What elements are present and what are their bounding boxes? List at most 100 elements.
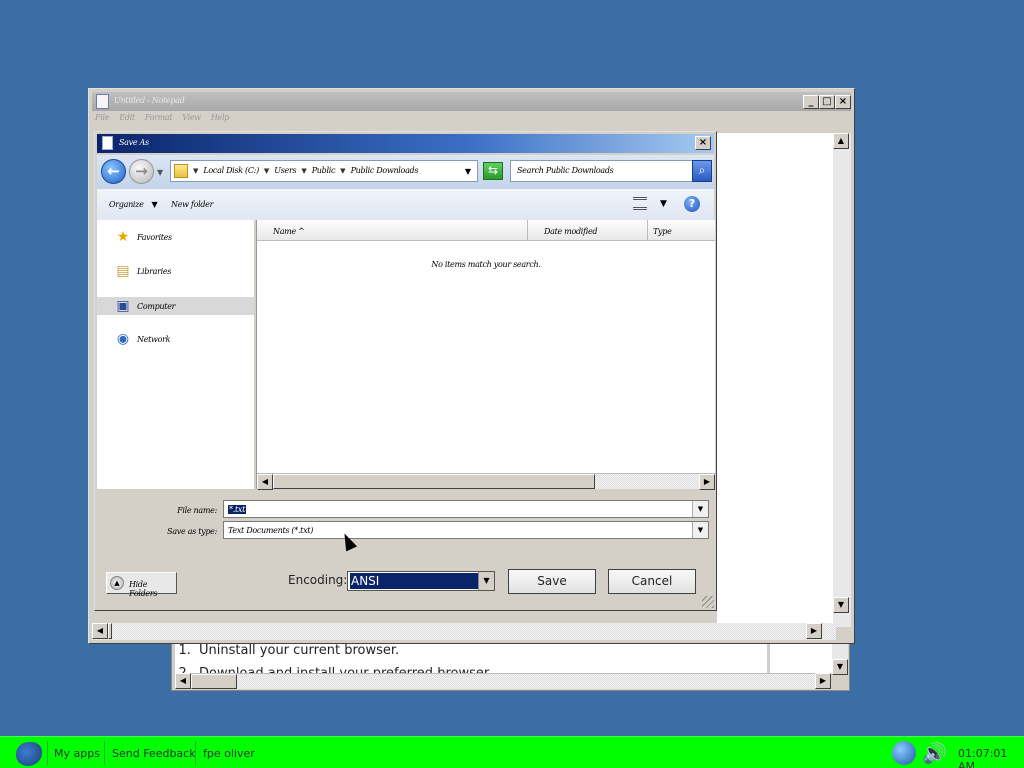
chevron-up-icon: ▲ bbox=[110, 576, 124, 590]
maximize-button[interactable]: □ bbox=[819, 95, 835, 109]
search-icon[interactable]: ⌕ bbox=[692, 160, 712, 182]
breadcrumb-item[interactable]: Public bbox=[312, 166, 336, 175]
search-input[interactable]: Search Public Downloads bbox=[510, 160, 694, 182]
file-list[interactable]: Name ^ Date modified Type No items match… bbox=[256, 220, 715, 490]
file-list-horizontal-scrollbar[interactable]: ◀ ▶ bbox=[257, 473, 715, 490]
recent-pages-chevron-icon[interactable]: ▼ bbox=[157, 168, 163, 177]
scroll-left-icon[interactable]: ◀ bbox=[175, 673, 191, 689]
dialog-close-button[interactable]: × bbox=[695, 136, 711, 150]
taskbar-my-apps[interactable]: My apps bbox=[54, 747, 100, 760]
help-icon[interactable]: ? bbox=[684, 196, 700, 212]
chevron-down-icon[interactable]: ▼ bbox=[692, 501, 708, 517]
notepad-vertical-scrollbar[interactable]: ▲ ▼ bbox=[833, 133, 851, 627]
nav-label: Computer bbox=[137, 302, 176, 311]
views-icon[interactable] bbox=[633, 197, 647, 210]
encoding-label: Encoding: bbox=[288, 573, 348, 587]
clock[interactable]: 01:07:01 AM bbox=[958, 747, 1024, 768]
new-folder-button[interactable]: New folder bbox=[171, 200, 213, 209]
cancel-button[interactable]: Cancel bbox=[608, 569, 696, 594]
save-type-label: Save as type: bbox=[167, 527, 217, 536]
chevron-down-icon[interactable]: ▼ bbox=[301, 167, 306, 175]
chevron-down-icon[interactable]: ▼ bbox=[193, 167, 198, 175]
save-as-dialog: Save As × ← → ▼ ▼ Local Disk (C:) ▼ User… bbox=[94, 131, 717, 611]
scroll-right-icon[interactable]: ▶ bbox=[815, 673, 831, 689]
dialog-title: Save As bbox=[119, 138, 149, 147]
dialog-title-bar[interactable]: Save As × bbox=[97, 134, 714, 153]
menu-edit[interactable]: Edit bbox=[119, 113, 135, 129]
notepad-horizontal-scrollbar[interactable]: ◀ ▶ bbox=[92, 623, 836, 640]
search-placeholder: Search Public Downloads bbox=[517, 166, 614, 175]
start-logo-icon bbox=[16, 742, 42, 766]
scroll-left-icon[interactable]: ◀ bbox=[92, 623, 108, 639]
menu-help[interactable]: Help bbox=[211, 113, 230, 129]
save-type-value: Text Documents (*.txt) bbox=[228, 526, 314, 535]
scrollbar-thumb[interactable] bbox=[191, 674, 237, 689]
folder-icon bbox=[174, 164, 188, 178]
breadcrumb-item[interactable]: Public Downloads bbox=[351, 166, 419, 175]
library-icon: ▤ bbox=[116, 263, 130, 279]
chevron-down-icon[interactable]: ▼ bbox=[660, 199, 667, 209]
notepad-title-bar[interactable]: Untitled - Notepad _ □ × bbox=[92, 92, 851, 111]
file-name-label: File name: bbox=[177, 506, 217, 515]
star-icon: ★ bbox=[116, 229, 130, 245]
column-header-name[interactable]: Name ^ bbox=[257, 220, 528, 241]
column-header-type[interactable]: Type bbox=[648, 220, 715, 241]
save-button[interactable]: Save bbox=[508, 569, 596, 594]
file-name-value-wrap: *.txt bbox=[228, 505, 246, 514]
forward-arrow-icon[interactable]: → bbox=[129, 159, 154, 184]
scroll-right-icon[interactable]: ▶ bbox=[699, 474, 715, 490]
save-type-select[interactable]: Text Documents (*.txt) ▼ bbox=[223, 521, 709, 539]
hide-folders-label: Hide Folders bbox=[129, 580, 158, 598]
breadcrumb-item[interactable]: Users bbox=[274, 166, 296, 175]
organize-button[interactable]: Organize ▼ bbox=[109, 200, 158, 209]
menu-format[interactable]: Format bbox=[145, 113, 173, 129]
nav-item-favorites[interactable]: ★ Favorites bbox=[97, 228, 254, 246]
scroll-left-icon[interactable]: ◀ bbox=[257, 474, 273, 490]
close-button[interactable]: × bbox=[835, 95, 851, 109]
minimize-button[interactable]: _ bbox=[803, 95, 819, 109]
menu-view[interactable]: View bbox=[182, 113, 201, 129]
taskbar-send-feedback[interactable]: Send Feedback bbox=[112, 747, 196, 760]
nav-item-libraries[interactable]: ▤ Libraries bbox=[97, 262, 254, 280]
address-field[interactable]: ▼ Local Disk (C:) ▼ Users ▼ Public ▼ Pub… bbox=[170, 160, 478, 182]
scroll-down-icon[interactable]: ▼ bbox=[832, 659, 848, 675]
start-button[interactable] bbox=[4, 740, 42, 766]
network-globe-icon[interactable] bbox=[892, 741, 916, 765]
nav-label: Network bbox=[137, 335, 171, 344]
menu-file[interactable]: File bbox=[95, 113, 110, 129]
chevron-down-icon[interactable]: ▼ bbox=[264, 167, 269, 175]
chevron-down-icon[interactable]: ▼ bbox=[340, 167, 345, 175]
scroll-up-icon[interactable]: ▲ bbox=[833, 133, 849, 149]
horizontal-scrollbar[interactable]: ◀ ▶ bbox=[175, 673, 831, 689]
notepad-icon bbox=[96, 94, 109, 109]
nav-item-network[interactable]: ◉ Network bbox=[97, 330, 254, 348]
scroll-down-icon[interactable]: ▼ bbox=[833, 597, 849, 613]
address-bar-area: ← → ▼ ▼ Local Disk (C:) ▼ Users ▼ Public… bbox=[97, 155, 714, 189]
breadcrumb-item[interactable]: Local Disk (C:) bbox=[203, 166, 259, 175]
refresh-icon[interactable]: ⇆ bbox=[483, 162, 503, 180]
save-type-row: Save as type: Text Documents (*.txt) ▼ bbox=[97, 521, 714, 541]
network-icon: ◉ bbox=[116, 331, 130, 347]
nav-item-computer[interactable]: ▣ Computer bbox=[97, 297, 254, 315]
chevron-down-icon[interactable]: ▼ bbox=[478, 572, 494, 590]
taskbar-user[interactable]: fpe oliver bbox=[203, 747, 255, 760]
resize-grip-icon[interactable] bbox=[702, 596, 714, 608]
address-history-chevron-icon[interactable]: ▼ bbox=[465, 167, 471, 176]
speaker-icon[interactable]: 🔊 bbox=[922, 743, 947, 763]
taskbar-divider bbox=[195, 741, 196, 765]
file-name-field[interactable]: *.txt ▼ bbox=[223, 500, 709, 518]
file-name-row: File name: *.txt ▼ bbox=[97, 500, 714, 520]
scroll-right-icon[interactable]: ▶ bbox=[806, 623, 822, 639]
taskbar: My apps Send Feedback fpe oliver 🔊 01:07… bbox=[0, 736, 1024, 768]
scrollbar-thumb[interactable] bbox=[108, 623, 112, 639]
scrollbar-thumb[interactable] bbox=[273, 474, 595, 489]
organize-label: Organize bbox=[109, 200, 144, 209]
hide-folders-button[interactable]: ▲ Hide Folders bbox=[106, 572, 177, 598]
navigation-pane: ★ Favorites ▤ Libraries ▣ Computer ◉ Net… bbox=[97, 220, 254, 489]
back-arrow-icon[interactable]: ← bbox=[101, 159, 126, 184]
dialog-toolbar: Organize ▼ New folder ▼ ? bbox=[97, 189, 714, 220]
chevron-down-icon[interactable]: ▼ bbox=[692, 522, 708, 538]
notepad-text-area[interactable] bbox=[717, 133, 851, 627]
encoding-select[interactable]: ANSI ▼ bbox=[347, 571, 495, 591]
column-header-date[interactable]: Date modified bbox=[528, 220, 648, 241]
